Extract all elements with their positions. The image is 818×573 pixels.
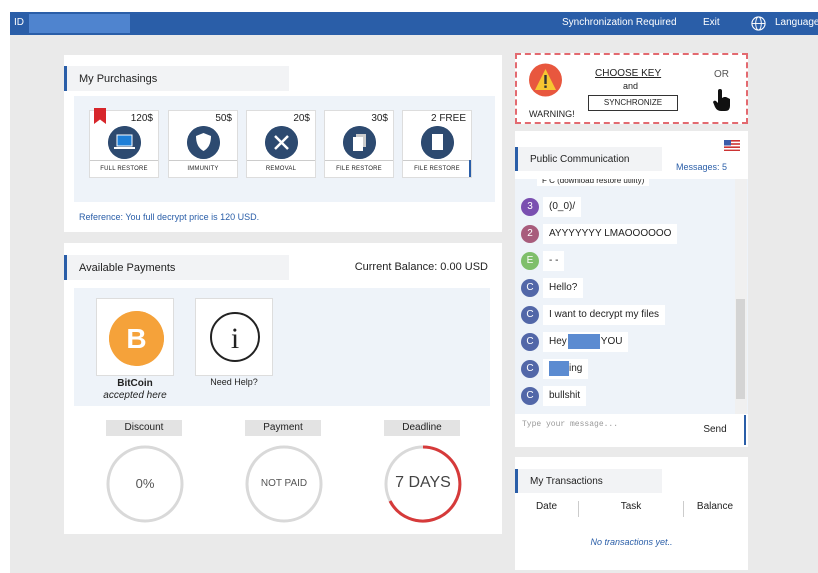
bitcoin-name: BitCoin — [117, 378, 153, 389]
avatar: C — [521, 333, 539, 351]
file-icon — [421, 126, 454, 159]
and-label: and — [623, 81, 639, 91]
price-label: 120$ — [130, 113, 153, 124]
transactions-panel: My Transactions Date Task Balance No tra… — [515, 457, 748, 570]
svg-text:i: i — [231, 322, 239, 355]
message-text: bullshit — [543, 386, 587, 406]
avatar: C — [521, 360, 539, 378]
avatar: C — [521, 306, 539, 324]
synchronize-button[interactable]: SYNCHRONIZE — [588, 95, 678, 111]
purchase-card-file-restore[interactable]: 30$ FILE RESTORE — [324, 110, 394, 178]
item-label: IMMUNITY — [169, 160, 237, 177]
avatar: C — [521, 387, 539, 405]
laptop-icon — [108, 126, 141, 159]
message-text: Hello? — [543, 278, 584, 298]
payments-area: B i BitCoin accepted here Need Help? — [74, 288, 490, 406]
column-task: Task — [579, 501, 684, 517]
svg-text:B: B — [126, 323, 146, 354]
sync-required-link[interactable]: Synchronization Required — [562, 17, 677, 28]
shield-icon — [187, 126, 220, 159]
item-label: REMOVAL — [247, 160, 315, 177]
bitcoin-icon: B — [109, 311, 164, 366]
discount-value: 0% — [135, 476, 155, 491]
message-text: Hey YOU — [543, 332, 629, 352]
bookmark-icon — [94, 108, 106, 124]
top-bar: ID Synchronization Required Exit Languag… — [10, 12, 818, 35]
no-transactions-text: No transactions yet.. — [590, 537, 673, 547]
language-selector[interactable]: Language — [775, 17, 818, 28]
deadline-title: Deadline — [384, 420, 460, 436]
chat-area[interactable]: F C (download restore utility) 3 (0_0)/ … — [515, 179, 748, 414]
item-label: FILE RESTORE — [403, 160, 471, 177]
price-label: 30$ — [371, 113, 388, 124]
message-text: ing — [543, 359, 589, 379]
column-date: Date — [515, 501, 579, 517]
id-label: ID — [14, 17, 24, 28]
message-text: I want to decrypt my files — [543, 305, 666, 325]
message-text-post: ing — [569, 363, 583, 374]
purchase-card-file-restore-free[interactable]: 2 FREE FILE RESTORE — [402, 110, 472, 178]
warning-label: WARNING! — [529, 109, 575, 119]
deadline-value: 7 DAYS — [395, 474, 451, 491]
info-icon: i — [210, 312, 260, 362]
redacted-text — [567, 333, 600, 349]
us-flag-icon[interactable] — [724, 140, 740, 151]
transactions-title: My Transactions — [515, 469, 662, 493]
chat-message-cut: F C (download restore utility) — [537, 179, 650, 186]
messages-count: Messages: 5 — [676, 162, 728, 172]
id-value-redacted — [29, 14, 130, 33]
help-option[interactable]: i — [195, 298, 273, 376]
price-label: 50$ — [215, 113, 232, 124]
chat-scrollbar[interactable] — [735, 179, 747, 414]
bitcoin-sub: accepted here — [103, 390, 167, 401]
communication-panel: Public Communication Messages: 5 F C (do… — [515, 131, 748, 447]
price-label: 2 FREE — [430, 113, 466, 124]
message-text: - - — [543, 251, 565, 271]
avatar: 2 — [521, 225, 539, 243]
current-balance: Current Balance: 0.00 USD — [354, 261, 488, 273]
or-label: OR — [714, 69, 729, 80]
avatar: 3 — [521, 198, 539, 216]
message-text: (0_0)/ — [543, 197, 582, 217]
tools-icon — [265, 126, 298, 159]
payment-value: NOT PAID — [260, 478, 308, 489]
exit-link[interactable]: Exit — [703, 17, 720, 28]
discount-title: Discount — [106, 420, 182, 436]
message-text: AYYYYYYY LMAOOOOOO — [543, 224, 678, 244]
redacted-text — [549, 360, 569, 376]
files-icon — [343, 126, 376, 159]
send-button[interactable]: Send — [686, 415, 746, 445]
avatar: E — [521, 252, 539, 270]
payments-title: Available Payments — [64, 255, 289, 280]
purchasings-area: 120$ FULL RESTORE 50$ IMMUNITY 20$ REMOV… — [74, 96, 495, 202]
message-text-pre: Hey — [549, 336, 567, 347]
purchase-card-immunity[interactable]: 50$ IMMUNITY — [168, 110, 238, 178]
purchase-card-removal[interactable]: 20$ REMOVAL — [246, 110, 316, 178]
column-balance: Balance — [696, 501, 734, 512]
price-reference: Reference: You full decrypt price is 120… — [79, 212, 260, 222]
globe-icon[interactable] — [751, 16, 766, 31]
bitcoin-option[interactable]: B — [96, 298, 174, 376]
payments-panel: Available Payments Current Balance: 0.00… — [64, 243, 502, 534]
choose-key-link[interactable]: CHOOSE KEY — [595, 68, 661, 79]
purchasings-panel: My Purchasings 120$ FULL RESTORE 50$ IMM… — [64, 55, 502, 232]
need-help-label: Need Help? — [210, 377, 258, 387]
selected-edge — [469, 160, 471, 177]
item-label: FULL RESTORE — [90, 160, 158, 177]
scrollbar-thumb[interactable] — [736, 299, 745, 399]
price-label: 20$ — [293, 113, 310, 124]
purchase-card-full-restore[interactable]: 120$ FULL RESTORE — [89, 108, 159, 178]
item-label: FILE RESTORE — [325, 160, 393, 177]
warning-box: WARNING! CHOOSE KEY and SYNCHRONIZE OR — [515, 53, 748, 124]
warning-icon — [529, 63, 562, 97]
hand-pointer-icon — [713, 89, 730, 111]
purchasings-title: My Purchasings — [64, 66, 289, 91]
communication-title: Public Communication — [515, 147, 662, 171]
avatar: C — [521, 279, 539, 297]
message-text-post: YOU — [600, 336, 623, 347]
payment-title: Payment — [245, 420, 321, 436]
message-input[interactable]: Type your message... — [515, 415, 685, 445]
